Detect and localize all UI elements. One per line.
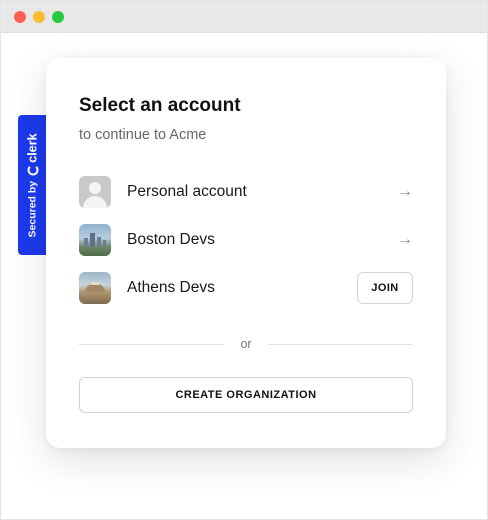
secured-by-label: Secured by	[26, 180, 39, 237]
close-window-button[interactable]	[14, 10, 26, 23]
arrow-right-icon: →	[397, 231, 413, 248]
account-name: Athens Devs	[127, 279, 215, 296]
maximize-window-button[interactable]	[52, 10, 64, 23]
divider-line-left	[79, 343, 225, 345]
arrow-right-icon: →	[397, 183, 413, 200]
divider-text: or	[240, 337, 252, 351]
badge-content: Secured by clerk	[25, 133, 40, 237]
boston-devs-avatar	[79, 224, 111, 256]
join-button[interactable]: JOIN	[357, 272, 413, 304]
account-name: Personal account	[127, 183, 247, 200]
divider-line-right	[267, 343, 413, 345]
account-list: Personal account → Boston Devs → Athens …	[79, 168, 413, 312]
clerk-logo-icon	[27, 164, 39, 176]
account-item-athens-devs: Athens Devs JOIN	[79, 264, 413, 312]
minimize-window-button[interactable]	[33, 10, 45, 23]
personal-avatar-icon	[79, 176, 111, 208]
account-name: Boston Devs	[127, 231, 215, 248]
clerk-brand-text: clerk	[24, 133, 40, 163]
clerk-logo: clerk	[24, 133, 40, 176]
browser-window: Secured by clerk Select an account to co…	[0, 0, 488, 520]
card-title: Select an account	[79, 95, 241, 116]
card-subtitle: to continue to Acme	[79, 127, 207, 143]
or-divider: or	[79, 336, 413, 352]
create-organization-button[interactable]: CREATE ORGANIZATION	[79, 377, 413, 413]
secured-by-clerk-badge[interactable]: Secured by clerk	[18, 115, 46, 255]
account-selection-card: Select an account to continue to Acme Pe…	[46, 58, 446, 448]
title-bar	[1, 1, 487, 33]
athens-devs-avatar	[79, 272, 111, 304]
account-item-personal[interactable]: Personal account →	[79, 168, 413, 216]
account-item-boston-devs[interactable]: Boston Devs →	[79, 216, 413, 264]
